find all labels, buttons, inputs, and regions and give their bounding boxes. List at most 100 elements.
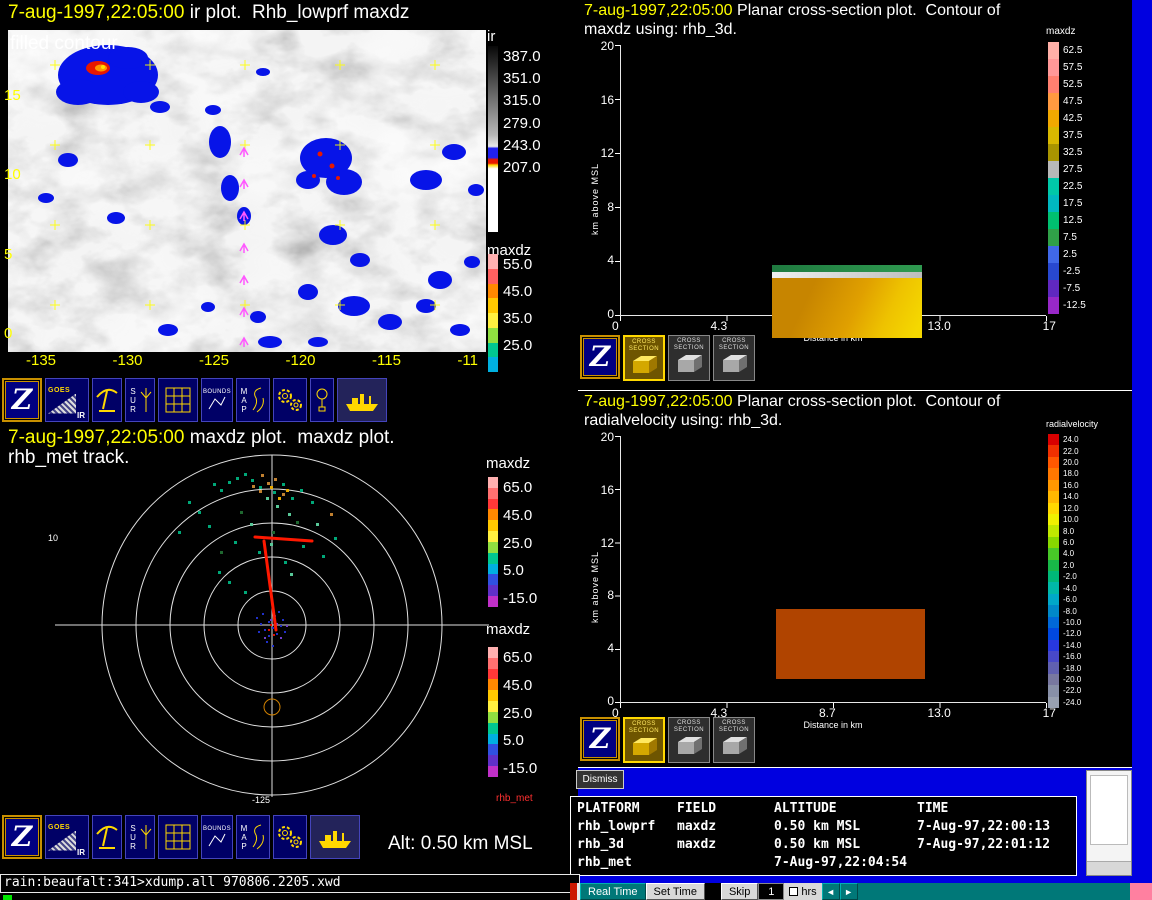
- ppi-radar-canvas[interactable]: 10 -125: [30, 453, 495, 805]
- colorbar-segment: [488, 254, 498, 269]
- y-axis-labels: 201612840: [592, 430, 614, 708]
- cross-label: CROSS: [632, 721, 656, 728]
- balloon-icon: [314, 387, 330, 413]
- maxdz-bar1-ticks: 65.045.025.05.0-15.0: [503, 479, 537, 607]
- colorbar-segment: [1048, 617, 1059, 628]
- map-button[interactable]: MAP: [236, 378, 270, 422]
- status-platform: rhb_3d: [577, 836, 677, 854]
- colorbar-tick-label: -24.0: [1063, 697, 1081, 708]
- zebra-logo-button[interactable]: Z: [580, 717, 620, 761]
- goes-ir-button[interactable]: GOES IR: [45, 815, 89, 859]
- rhb-met-track-line: [255, 537, 312, 630]
- colorbar-tick-label: 42.5: [1063, 110, 1086, 127]
- colorbar-tick-label: 45.0: [503, 283, 532, 300]
- radar-button[interactable]: [92, 378, 122, 422]
- set-time-button[interactable]: Set Time: [646, 883, 705, 900]
- colorbar-segment: [1048, 457, 1059, 468]
- grid-icon: [164, 823, 192, 851]
- y-tick-label: 8: [607, 588, 614, 602]
- colorbar-tick-label: 279.0: [503, 115, 541, 132]
- maxdz-colorbar-label: maxdz: [1046, 26, 1075, 37]
- cross-section-button-2[interactable]: CROSS SECTION: [668, 335, 710, 381]
- zebra-logo-button[interactable]: Z: [580, 335, 620, 379]
- colorbar-tick-label: 16.0: [1063, 480, 1081, 491]
- maxdz-ppi-window: 7-aug-1997,22:05:00 maxdz plot. maxdz pl…: [0, 425, 578, 875]
- cross-section-button-3[interactable]: CROSS SECTION: [713, 717, 755, 763]
- maxdz-cross-section-window: 7-aug-1997,22:05:00 Planar cross-section…: [578, 0, 1132, 390]
- section-label: SECTION: [719, 345, 749, 352]
- cross-section-button-1[interactable]: CROSS SECTION: [623, 335, 665, 381]
- surveillance-button[interactable]: SUR: [125, 378, 155, 422]
- status-rows: rhb_lowprf maxdz 0.50 km MSL 7-Aug-97,22…: [577, 818, 1076, 872]
- y-tick-label: 4: [607, 253, 614, 267]
- colorbar-tick-label: 62.5: [1063, 42, 1086, 59]
- sonde-button[interactable]: [310, 378, 334, 422]
- skip-button[interactable]: Skip: [721, 883, 758, 900]
- bounds-button[interactable]: BOUNDS: [201, 815, 233, 859]
- colorbar-segment: [488, 755, 498, 766]
- cross-section-button-1[interactable]: CROSS SECTION: [623, 717, 665, 763]
- colorbar-segment: [488, 553, 498, 564]
- colorbar-segment: [1048, 434, 1059, 445]
- colorbar-tick-label: 4.0: [1063, 548, 1081, 559]
- grid-button[interactable]: [158, 815, 198, 859]
- status-row: rhb_lowprf maxdz 0.50 km MSL 7-Aug-97,22…: [577, 818, 1076, 836]
- cross-section-button-3[interactable]: CROSS SECTION: [713, 335, 755, 381]
- colorbar-tick-label: 387.0: [503, 48, 541, 65]
- scrollbar-thumb[interactable]: [1090, 775, 1128, 845]
- colorbar-tick-label: -14.0: [1063, 640, 1081, 651]
- grid-button[interactable]: [158, 378, 198, 422]
- satellite-image-canvas[interactable]: [8, 30, 486, 352]
- colorbar-segment: [1048, 662, 1059, 673]
- gears-button[interactable]: [273, 378, 307, 422]
- grid-icon: [164, 386, 192, 414]
- colorbar-tick-label: 22.0: [1063, 445, 1081, 456]
- cube-icon: [675, 352, 703, 374]
- colorbar-tick-label: 47.5: [1063, 93, 1086, 110]
- y-tick-label: 20: [601, 430, 614, 444]
- dismiss-button[interactable]: Dismiss: [576, 770, 624, 789]
- maxdz-plot-title: 7-aug-1997,22:05:00 maxdz plot. maxdz pl…: [8, 427, 395, 449]
- colorbar-segment: [488, 574, 498, 585]
- colorbar-tick-label: 351.0: [503, 70, 541, 87]
- ship-button[interactable]: [310, 815, 360, 859]
- goes-fan-icon: [48, 831, 76, 851]
- cross-section-canvas[interactable]: [578, 40, 1048, 340]
- colorbar-tick-label: 2.0: [1063, 560, 1081, 571]
- colorbar-tick-label: -12.5: [1063, 297, 1086, 314]
- radialvelocity-colorbar-label: radialvelocity: [1046, 419, 1098, 429]
- surveillance-button[interactable]: SUR: [125, 815, 155, 859]
- colorbar-segment: [1048, 525, 1059, 536]
- skip-value-field[interactable]: 1: [758, 883, 784, 900]
- ir-y-axis-labels: 151050: [4, 87, 21, 342]
- map-label: MAP: [240, 387, 249, 414]
- ship-button[interactable]: [337, 378, 387, 422]
- scrollbar[interactable]: [1086, 770, 1132, 876]
- cross-section-canvas[interactable]: [578, 431, 1048, 726]
- terminal-cursor-block: [3, 895, 12, 900]
- colorbar-segment: [1048, 144, 1059, 161]
- step-back-button[interactable]: ◄: [822, 883, 840, 900]
- maxdz-plot-toolbar: Z GOES IR SUR BOUNDS MAP: [2, 815, 360, 859]
- cross-section-button-2[interactable]: CROSS SECTION: [668, 717, 710, 763]
- cross-section-toolbar: Z CROSS SECTION CROSS SECTION CROSS SECT…: [580, 717, 755, 763]
- echo-pixels-teal: [178, 473, 337, 594]
- zebra-logo-button[interactable]: Z: [2, 378, 42, 422]
- colorbar-segment: [488, 477, 498, 488]
- real-time-button[interactable]: Real Time: [580, 883, 646, 900]
- colorbar-segment: [1048, 42, 1059, 59]
- goes-ir-button[interactable]: GOES IR: [45, 378, 89, 422]
- gears-button[interactable]: [273, 815, 307, 859]
- hrs-toggle[interactable]: hrs: [784, 883, 821, 900]
- colorbar-segment: [488, 357, 498, 372]
- map-button[interactable]: MAP: [236, 815, 270, 859]
- colorbar-tick-label: 207.0: [503, 159, 541, 176]
- bounds-button[interactable]: BOUNDS: [201, 378, 233, 422]
- colorbar-tick-label: 6.0: [1063, 537, 1081, 548]
- step-forward-button[interactable]: ►: [840, 883, 858, 900]
- colorbar-segment: [1048, 480, 1059, 491]
- zebra-logo-button[interactable]: Z: [2, 815, 42, 859]
- track-platform-label: rhb_met: [496, 793, 533, 804]
- radar-button[interactable]: [92, 815, 122, 859]
- cross-section-subtitle: maxdz using: rhb_3d.: [584, 21, 737, 39]
